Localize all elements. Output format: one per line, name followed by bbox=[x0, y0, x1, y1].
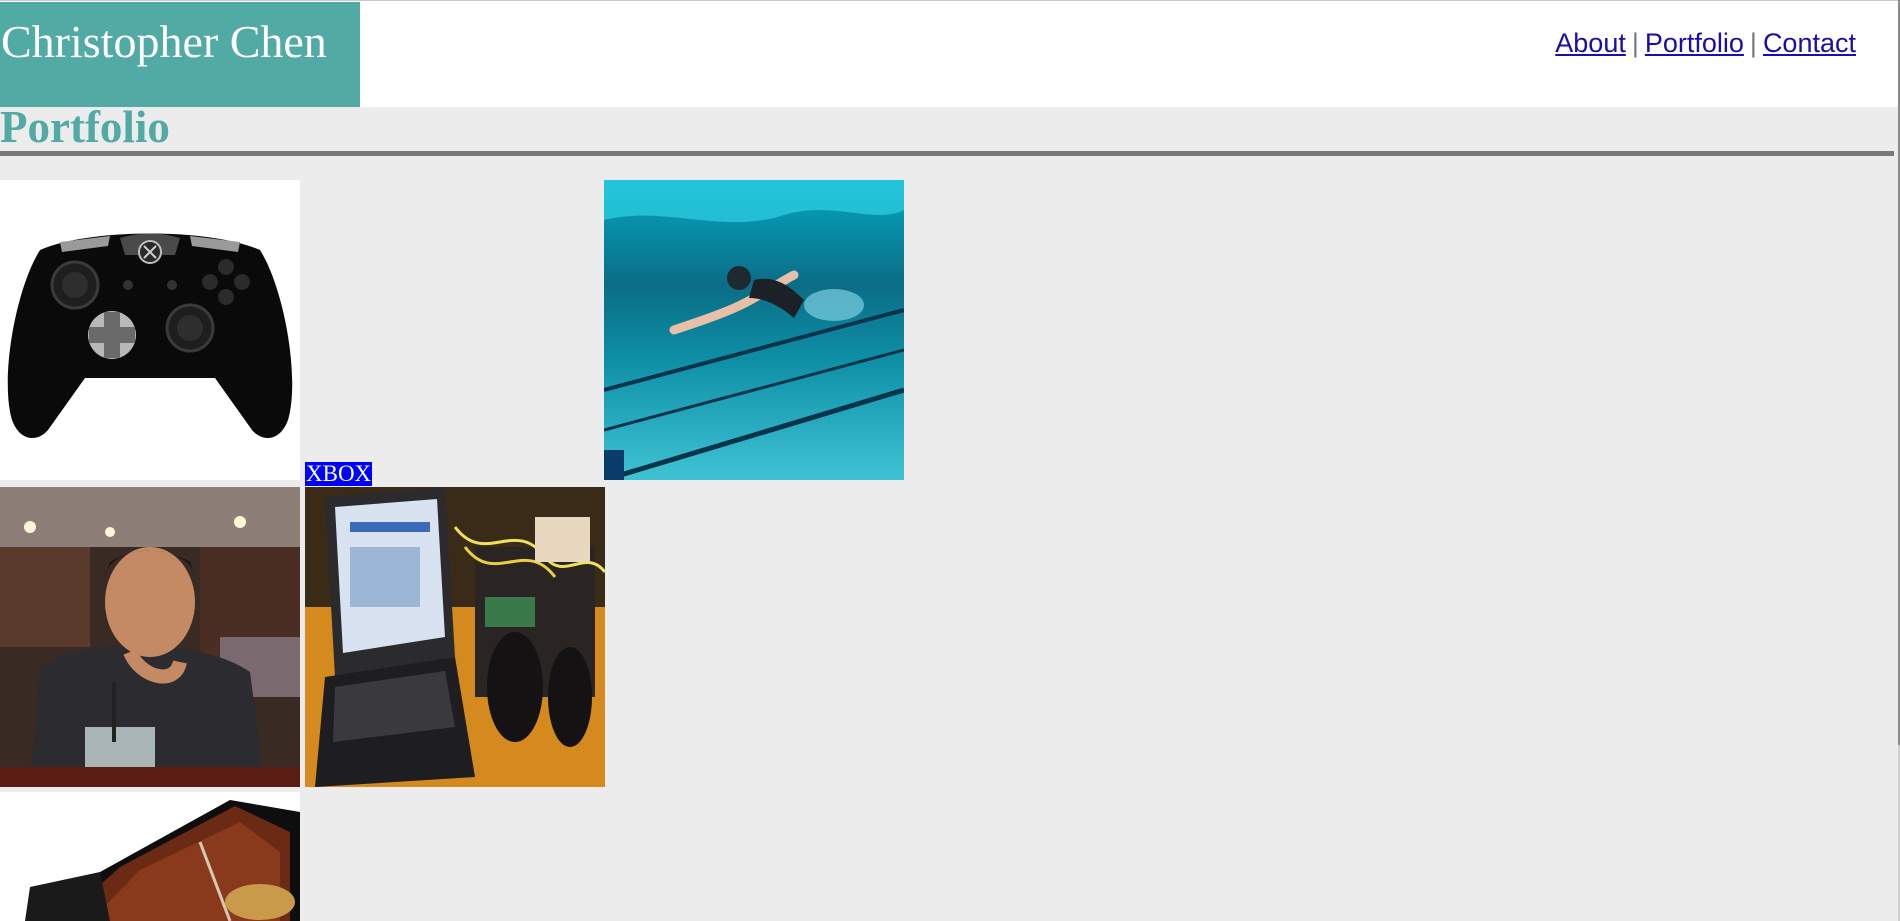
portfolio-tile-portrait[interactable] bbox=[0, 487, 300, 787]
nav-link-portfolio[interactable]: Portfolio bbox=[1645, 28, 1744, 58]
portfolio-tile-piano[interactable] bbox=[0, 792, 300, 921]
portfolio-tile-xbox[interactable] bbox=[0, 180, 300, 480]
laptop-robot-image bbox=[305, 487, 605, 787]
nav-link-contact[interactable]: Contact bbox=[1763, 28, 1856, 58]
nav-separator: | bbox=[1749, 28, 1757, 58]
restaurant-portrait-image bbox=[0, 487, 300, 787]
title-divider bbox=[0, 151, 1894, 156]
portfolio-tile-robotics[interactable] bbox=[305, 487, 605, 787]
page: Christopher Chen About | Portfolio | Contact… bbox=[0, 0, 1900, 921]
portfolio-tile-swimmer[interactable] bbox=[604, 180, 904, 480]
grand-piano-image bbox=[0, 792, 300, 921]
main-nav: About | Portfolio | Contact bbox=[1555, 28, 1856, 59]
nav-link-about[interactable]: About bbox=[1555, 28, 1626, 58]
xbox-controller-image bbox=[0, 180, 300, 480]
swimmer-image bbox=[604, 180, 904, 480]
nav-separator: | bbox=[1631, 28, 1639, 58]
tile-label-xbox[interactable]: XBOX bbox=[305, 462, 373, 486]
page-title: Portfolio bbox=[0, 102, 170, 152]
site-title[interactable]: Christopher Chen bbox=[0, 2, 360, 107]
site-header: Christopher Chen About | Portfolio | Contact bbox=[0, 0, 1898, 107]
